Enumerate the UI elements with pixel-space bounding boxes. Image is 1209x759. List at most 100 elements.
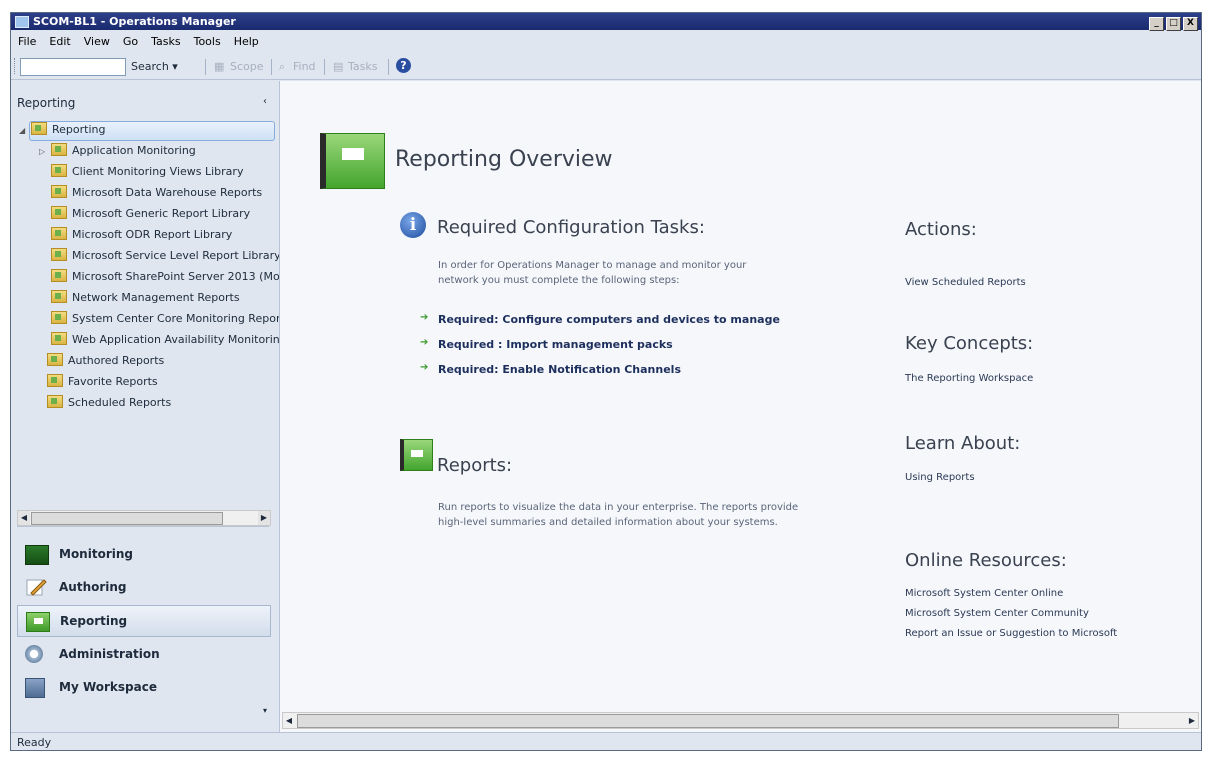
- wunderbar-divider: [17, 526, 269, 527]
- my-workspace-icon: [25, 678, 45, 698]
- expand-icon[interactable]: ◢: [19, 126, 27, 135]
- tree-node-label: Microsoft ODR Report Library: [72, 228, 233, 241]
- tasks-icon: ▤: [333, 60, 344, 73]
- scroll-left-icon[interactable]: ◀: [283, 713, 295, 728]
- tree-node[interactable]: Microsoft Generic Report Library: [39, 206, 250, 224]
- app-icon: [15, 16, 29, 28]
- toolbar: Search ▾ ▦ Scope ⌕ Find ▤ Tasks ?: [11, 53, 1201, 80]
- toolbar-separator: [205, 59, 206, 75]
- tree-node-label: Microsoft SharePoint Server 2013 (Monito: [72, 270, 301, 283]
- config-tasks-heading: Required Configuration Tasks:: [437, 217, 705, 238]
- tree-node[interactable]: Microsoft ODR Report Library: [39, 227, 232, 245]
- tree-node[interactable]: Microsoft Data Warehouse Reports: [39, 185, 262, 203]
- tree-node[interactable]: System Center Core Monitoring Reports: [39, 311, 291, 329]
- tree-node-label: Web Application Availability Monitoring …: [72, 333, 298, 346]
- collapse-pane-icon[interactable]: ‹: [263, 96, 267, 107]
- menu-bar: File Edit View Go Tasks Tools Help: [11, 32, 1201, 50]
- close-button[interactable]: X: [1183, 17, 1198, 31]
- task-configure-computers[interactable]: Required: Configure computers and device…: [420, 312, 780, 326]
- tree-node[interactable]: Authored Reports: [35, 353, 164, 371]
- task-link-label[interactable]: Required: Enable Notification Channels: [438, 363, 681, 376]
- green-arrow-icon: [420, 337, 430, 349]
- learn-about-heading: Learn About:: [905, 433, 1021, 454]
- tree-node[interactable]: Web Application Availability Monitoring …: [39, 332, 297, 350]
- link-reporting-workspace[interactable]: The Reporting Workspace: [905, 373, 1033, 384]
- find-icon: ⌕: [279, 60, 286, 73]
- tree-node[interactable]: Network Management Reports: [39, 290, 240, 308]
- report-folder-icon: [51, 164, 67, 177]
- green-arrow-icon: [420, 362, 430, 374]
- config-tasks-intro: In order for Operations Manager to manag…: [438, 260, 747, 286]
- report-folder-icon: [47, 374, 63, 387]
- help-icon[interactable]: ?: [396, 58, 411, 73]
- report-folder-icon: [47, 353, 63, 366]
- report-folder-icon: [51, 185, 67, 198]
- tree-node[interactable]: Microsoft Service Level Report Library: [39, 248, 281, 266]
- scope-button[interactable]: Scope: [230, 60, 264, 73]
- workspace-label: Administration: [59, 647, 160, 661]
- workspace-button-administration[interactable]: Administration: [17, 639, 269, 669]
- report-folder-icon: [51, 143, 67, 156]
- tree-node[interactable]: ◢ Reporting: [19, 122, 105, 140]
- content-horizontal-scrollbar[interactable]: ◀ ▶: [282, 712, 1199, 729]
- configure-buttons-icon[interactable]: ▾: [263, 706, 267, 715]
- window-title: SCOM-BL1 - Operations Manager: [33, 15, 236, 28]
- workspace-button-authoring[interactable]: Authoring: [17, 572, 269, 602]
- page-title: Reporting Overview: [395, 147, 613, 172]
- report-folder-icon: [51, 332, 67, 345]
- workspace-button-reporting[interactable]: Reporting: [17, 605, 271, 637]
- menu-edit[interactable]: Edit: [49, 35, 70, 48]
- tree-node[interactable]: Favorite Reports: [35, 374, 158, 392]
- maximize-button[interactable]: □: [1166, 17, 1181, 31]
- report-folder-icon: [51, 311, 67, 324]
- task-link-label[interactable]: Required : Import management packs: [438, 338, 673, 351]
- expand-icon[interactable]: ▷: [39, 147, 47, 156]
- link-report-issue[interactable]: Report an Issue or Suggestion to Microso…: [905, 628, 1117, 639]
- menu-view[interactable]: View: [84, 35, 110, 48]
- search-button[interactable]: Search ▾: [131, 60, 178, 73]
- task-import-management-packs[interactable]: Required : Import management packs: [420, 337, 673, 351]
- workspace-label: Monitoring: [59, 547, 133, 561]
- tree-node-label: Reporting: [52, 123, 106, 136]
- scroll-right-icon[interactable]: ▶: [1186, 713, 1198, 728]
- link-system-center-online[interactable]: Microsoft System Center Online: [905, 588, 1063, 599]
- link-system-center-community[interactable]: Microsoft System Center Community: [905, 608, 1089, 619]
- task-enable-notification-channels[interactable]: Required: Enable Notification Channels: [420, 362, 681, 376]
- search-input[interactable]: [20, 58, 126, 76]
- tree-horizontal-scrollbar[interactable]: ◀ ▶: [17, 510, 271, 526]
- toolbar-separator: [324, 59, 325, 75]
- minimize-button[interactable]: _: [1149, 17, 1164, 31]
- workspace-button-my-workspace[interactable]: My Workspace: [17, 672, 269, 702]
- tree-node[interactable]: ▷ Application Monitoring: [39, 143, 196, 161]
- scope-icon: ▦: [214, 60, 225, 73]
- find-button[interactable]: Find: [293, 60, 316, 73]
- report-folder-icon: [51, 269, 67, 282]
- scroll-left-icon[interactable]: ◀: [18, 511, 30, 525]
- scrollbar-thumb[interactable]: [297, 714, 1119, 728]
- tree-node-label: Authored Reports: [68, 354, 165, 367]
- tree-node[interactable]: Scheduled Reports: [35, 395, 171, 413]
- menu-tasks[interactable]: Tasks: [151, 35, 180, 48]
- reporting-overview-pane: Reporting Overview i Required Configurat…: [279, 81, 1201, 732]
- menu-tools[interactable]: Tools: [194, 35, 221, 48]
- operations-manager-window: SCOM-BL1 - Operations Manager _ □ X File Ed…: [10, 12, 1202, 751]
- task-link-label[interactable]: Required: Configure computers and device…: [438, 313, 780, 326]
- scroll-right-icon[interactable]: ▶: [258, 511, 270, 525]
- scrollbar-thumb[interactable]: [31, 512, 223, 525]
- link-view-scheduled-reports[interactable]: View Scheduled Reports: [905, 277, 1026, 288]
- window-controls: _ □ X: [1147, 15, 1198, 31]
- tree-node-label: Application Monitoring: [72, 144, 196, 157]
- reports-icon: [400, 439, 433, 471]
- workspace-button-monitoring[interactable]: Monitoring: [17, 539, 269, 569]
- toolbar-separator: [271, 59, 272, 75]
- tasks-button[interactable]: Tasks: [348, 60, 377, 73]
- link-using-reports[interactable]: Using Reports: [905, 472, 975, 483]
- tree-node[interactable]: Client Monitoring Views Library: [39, 164, 243, 182]
- online-resources-heading: Online Resources:: [905, 550, 1067, 571]
- tree-node[interactable]: Microsoft SharePoint Server 2013 (Monito: [39, 269, 301, 287]
- tree-node-label: Network Management Reports: [72, 291, 240, 304]
- menu-go[interactable]: Go: [123, 35, 138, 48]
- toolbar-grip[interactable]: [14, 58, 17, 74]
- menu-file[interactable]: File: [18, 35, 36, 48]
- menu-help[interactable]: Help: [234, 35, 259, 48]
